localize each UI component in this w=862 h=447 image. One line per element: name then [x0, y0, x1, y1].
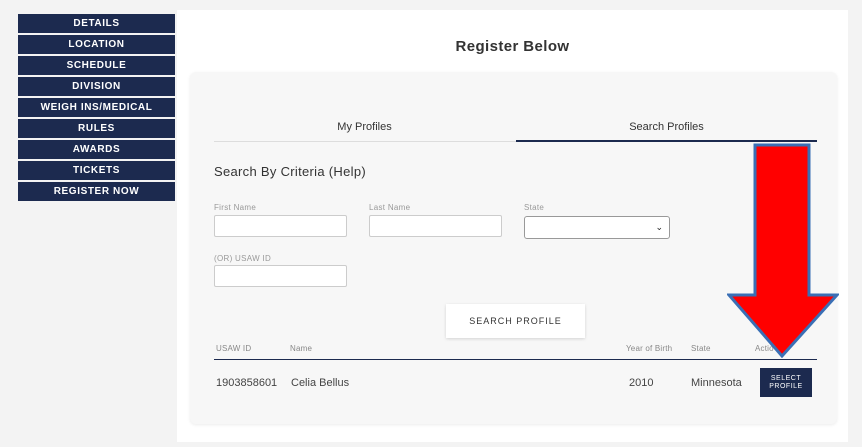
- last-name-field[interactable]: [369, 215, 502, 237]
- nav-rules-button[interactable]: RULES: [18, 119, 175, 138]
- tab-my-profiles[interactable]: My Profiles: [214, 118, 515, 142]
- state-label: State: [524, 203, 545, 212]
- usaw-id-label: (OR) USAW ID: [214, 254, 272, 263]
- usaw-id-field[interactable]: [214, 265, 347, 287]
- nav-tickets-button[interactable]: TICKETS: [18, 161, 175, 180]
- state-select[interactable]: ⌄: [524, 216, 670, 239]
- first-name-label: First Name: [214, 203, 257, 212]
- page-title: Register Below: [455, 38, 570, 55]
- search-criteria-heading: Search By Criteria (Help): [214, 164, 366, 179]
- nav-location-button[interactable]: LOCATION: [18, 35, 175, 54]
- row-name: Celia Bellus: [291, 377, 350, 389]
- nav-awards-button[interactable]: AWARDS: [18, 140, 175, 159]
- last-name-label: Last Name: [369, 203, 411, 212]
- tab-search-profiles[interactable]: Search Profiles: [516, 118, 817, 142]
- select-profile-label-line2: PROFILE: [769, 382, 803, 390]
- select-profile-label-line1: SELECT: [770, 374, 802, 382]
- nav-division-button[interactable]: DIVISION: [18, 77, 175, 96]
- nav-details-button[interactable]: DETAILS: [18, 14, 175, 33]
- profile-tabs: My Profiles Search Profiles: [214, 118, 817, 142]
- table-header-divider: [214, 359, 817, 360]
- sidebar-nav: DETAILS LOCATION SCHEDULE DIVISION WEIGH…: [18, 14, 175, 203]
- column-header-name: Name: [290, 344, 313, 353]
- row-usaw-id: 1903858601: [216, 377, 278, 389]
- nav-weigh-ins-medical-button[interactable]: WEIGH INS/MEDICAL: [18, 98, 175, 117]
- select-profile-button[interactable]: SELECT PROFILE: [760, 368, 812, 397]
- row-year-of-birth: 2010: [629, 377, 654, 389]
- search-profile-button[interactable]: SEARCH PROFILE: [446, 304, 585, 338]
- first-name-field[interactable]: [214, 215, 347, 237]
- chevron-down-icon: ⌄: [655, 222, 663, 232]
- nav-schedule-button[interactable]: SCHEDULE: [18, 56, 175, 75]
- red-down-arrow-icon: [727, 143, 839, 358]
- column-header-usaw-id: USAW ID: [216, 344, 252, 353]
- column-header-year-of-birth: Year of Birth: [626, 344, 673, 353]
- row-state: Minnesota: [691, 377, 742, 389]
- nav-register-now-button[interactable]: REGISTER NOW: [18, 182, 175, 201]
- column-header-state: State: [691, 344, 711, 353]
